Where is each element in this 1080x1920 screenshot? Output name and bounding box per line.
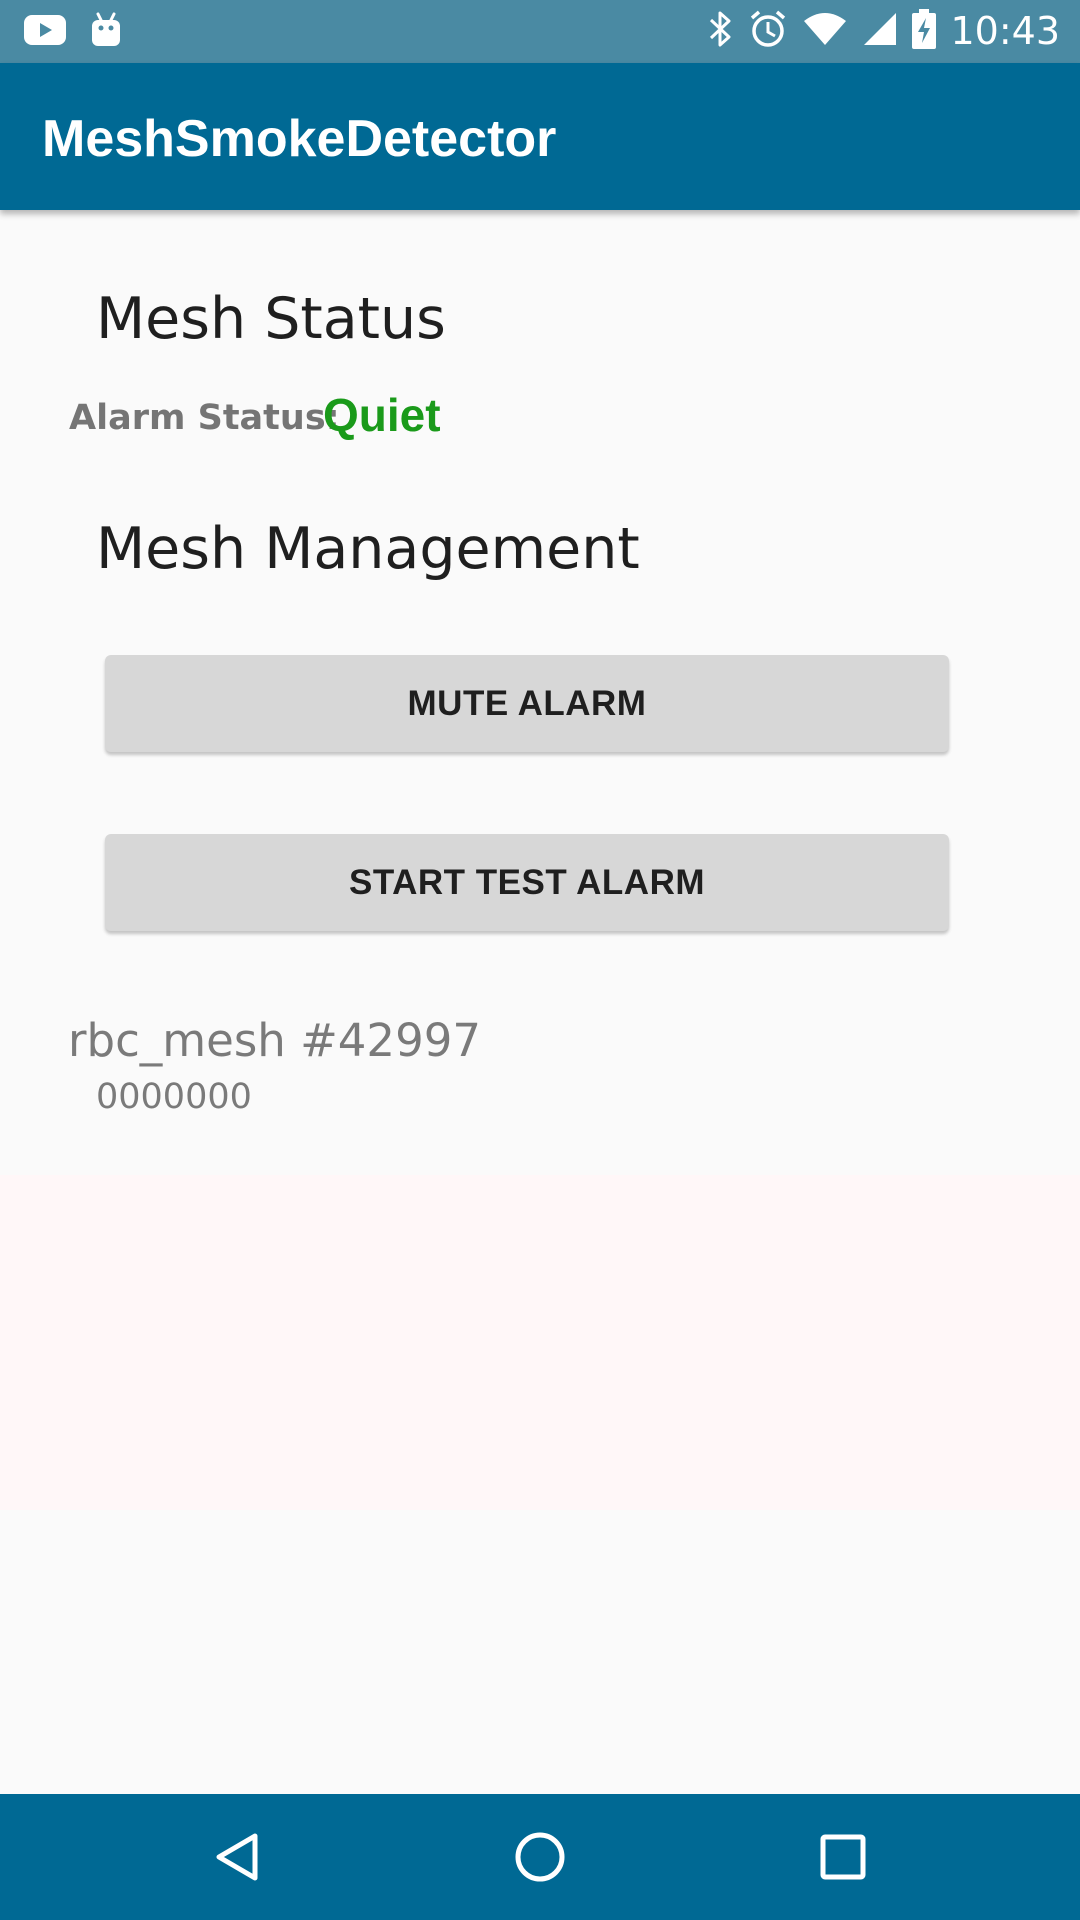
mesh-name: rbc_mesh #42997 [68,1014,481,1067]
youtube-icon [24,14,66,50]
alarm-status-value: Quiet [323,389,441,441]
alarm-clock-icon [748,9,788,54]
battery-charging-icon [912,8,937,54]
signal-icon [862,11,898,52]
navigation-bar [0,1794,1080,1920]
wifi-icon [802,11,848,52]
status-bar-right-icons: 10:43 [708,8,1060,54]
start-test-alarm-button[interactable]: START TEST ALARM [105,834,949,931]
app-bar: MeshSmokeDetector [0,63,1080,210]
android-icon [90,12,122,53]
mute-alarm-button[interactable]: MUTE ALARM [105,655,949,752]
status-time: 10:43 [950,9,1060,53]
mesh-status-title: Mesh Status [96,286,446,352]
status-bar: 10:43 [0,0,1080,63]
home-icon[interactable] [510,1827,570,1887]
mesh-code: 0000000 [96,1077,252,1117]
app-title: MeshSmokeDetector [42,110,557,168]
bluetooth-icon [708,9,734,54]
mesh-management-title: Mesh Management [96,516,640,582]
back-icon[interactable] [208,1827,268,1887]
alarm-status-label: Alarm Status: [69,398,340,438]
mesh-list-area [0,1175,1080,1510]
status-bar-left-icons [24,10,122,54]
recents-icon[interactable] [813,1827,873,1887]
